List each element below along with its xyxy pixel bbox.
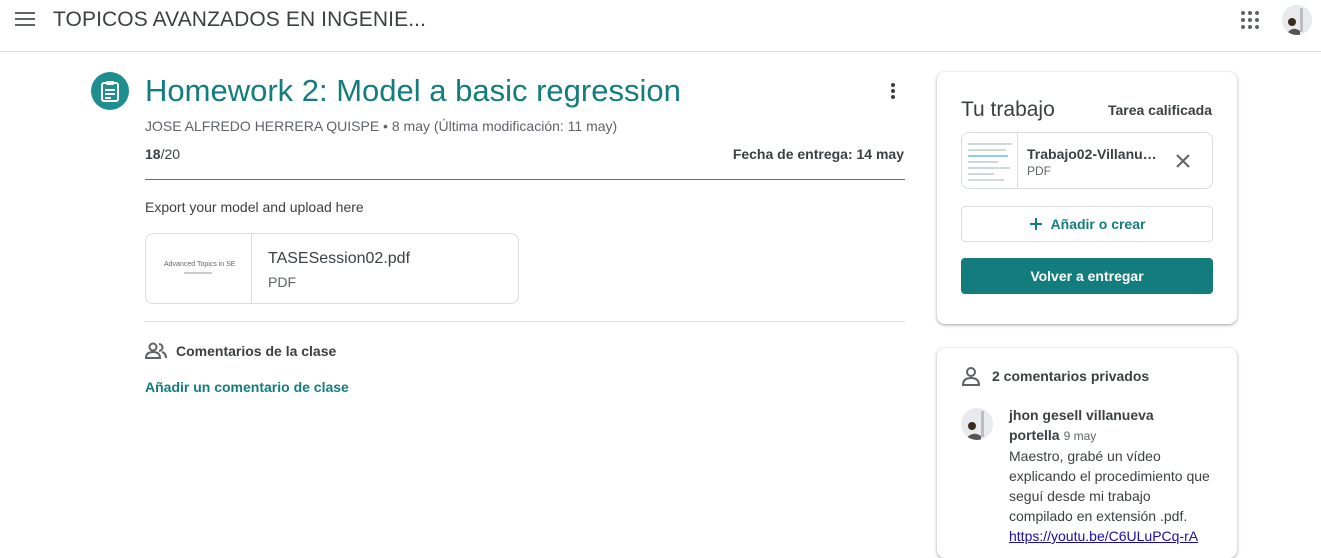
- attachment-name: TASESession02.pdf: [268, 250, 411, 267]
- attachment-type: PDF: [268, 274, 296, 290]
- attachment-card[interactable]: Advanced Topics in SE TASESession02.pdf …: [145, 233, 519, 304]
- assignment-icon: [91, 72, 129, 110]
- comment-author-avatar: [961, 408, 993, 440]
- instructions-text: Export your model and upload here: [145, 199, 364, 215]
- hamburger-menu-icon[interactable]: [15, 12, 35, 28]
- assignment-meta: JOSE ALFREDO HERRERA QUISPE • 8 may (Últ…: [145, 118, 618, 134]
- submitted-file-type: PDF: [1027, 164, 1051, 178]
- more-options-icon[interactable]: [889, 83, 897, 103]
- top-bar: TOPICOS AVANZADOS EN INGENIE...: [0, 0, 1321, 52]
- submitted-file-thumbnail: [962, 133, 1018, 188]
- assignment-title: Homework 2: Model a basic regression: [145, 73, 681, 108]
- your-work-card: Tu trabajo Tarea calificada Trabajo02-Vi…: [937, 72, 1237, 324]
- divider: [145, 179, 905, 180]
- comment-text: Maestro, grabé un vídeo explicando el pr…: [1009, 448, 1210, 524]
- person-icon: [961, 366, 981, 386]
- submitted-file-card[interactable]: Trabajo02-Villanueva PDF: [961, 132, 1213, 189]
- class-comments-label: Comentarios de la clase: [176, 343, 337, 359]
- add-or-create-button[interactable]: Añadir o crear: [961, 206, 1213, 242]
- people-icon: [144, 342, 167, 360]
- your-work-title: Tu trabajo: [961, 98, 1055, 121]
- course-title[interactable]: TOPICOS AVANZADOS EN INGENIE...: [53, 8, 426, 32]
- grade-value: 18: [145, 146, 161, 162]
- add-or-create-label: Añadir o crear: [1050, 216, 1146, 232]
- close-icon[interactable]: [1174, 152, 1192, 170]
- add-class-comment-link[interactable]: Añadir un comentario de clase: [145, 379, 349, 395]
- grade-total: /20: [160, 146, 181, 162]
- user-avatar[interactable]: [1282, 5, 1312, 35]
- divider: [145, 321, 905, 322]
- comment-date: 9 may: [1063, 429, 1097, 443]
- private-comments-card: 2 comentarios privados jhon gesell villa…: [937, 348, 1237, 558]
- resubmit-button[interactable]: Volver a entregar: [961, 258, 1213, 294]
- comment-item: jhon gesell villanueva portella 9 may Mae…: [1009, 405, 1214, 546]
- comment-link[interactable]: https://youtu.be/C6ULuPCq-rA: [1009, 526, 1214, 546]
- private-comments-label: 2 comentarios privados: [992, 368, 1150, 384]
- comment-header: jhon gesell villanueva portella 9 may: [1009, 405, 1214, 446]
- due-date: Fecha de entrega: 14 may: [732, 146, 904, 162]
- apps-grid-icon[interactable]: [1241, 11, 1259, 29]
- plus-icon: [1029, 218, 1042, 230]
- submitted-file-name: Trabajo02-Villanueva: [1027, 146, 1163, 162]
- work-status: Tarea calificada: [1107, 102, 1212, 118]
- thumbnail-text: Advanced Topics in SE: [164, 261, 236, 268]
- grade: 18/20: [145, 146, 180, 162]
- attachment-thumbnail: Advanced Topics in SE: [146, 234, 252, 303]
- thumbnail-line: [184, 272, 212, 274]
